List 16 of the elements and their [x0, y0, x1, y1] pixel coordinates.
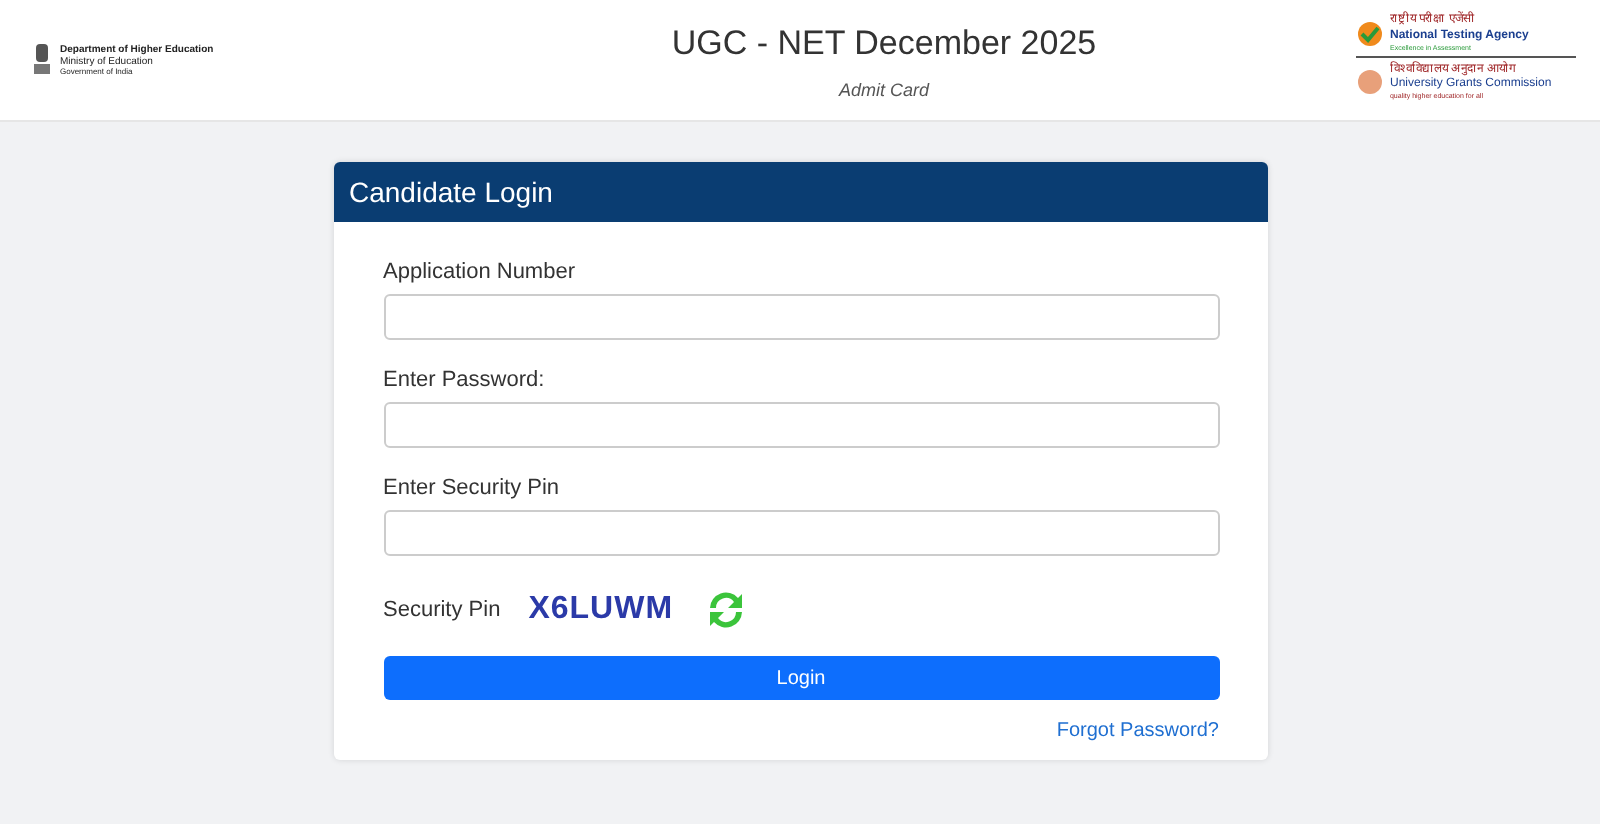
seal-logo-icon — [1355, 68, 1384, 97]
input-field[interactable] — [383, 294, 1219, 340]
captcha-label: Security Pin — [383, 598, 501, 622]
emblem-icon — [32, 43, 52, 76]
login-button[interactable]: Login — [383, 656, 1219, 700]
forgot-password-link[interactable]: Forgot Password? — [1056, 720, 1219, 742]
page-title: UGC - NET December 2025 — [671, 24, 1097, 64]
input-field[interactable] — [383, 510, 1219, 556]
tick-logo-icon — [1355, 19, 1384, 48]
captcha-code: X6LUWM — [528, 592, 674, 628]
card-title: Candidate Login — [333, 162, 1267, 222]
field-label: Enter Security Pin — [383, 476, 562, 500]
field-label: Enter Password: — [383, 368, 547, 392]
input-field[interactable] — [383, 402, 1219, 448]
page-subtitle: Admit Card — [838, 80, 929, 100]
field-label: Application Number — [383, 260, 577, 284]
